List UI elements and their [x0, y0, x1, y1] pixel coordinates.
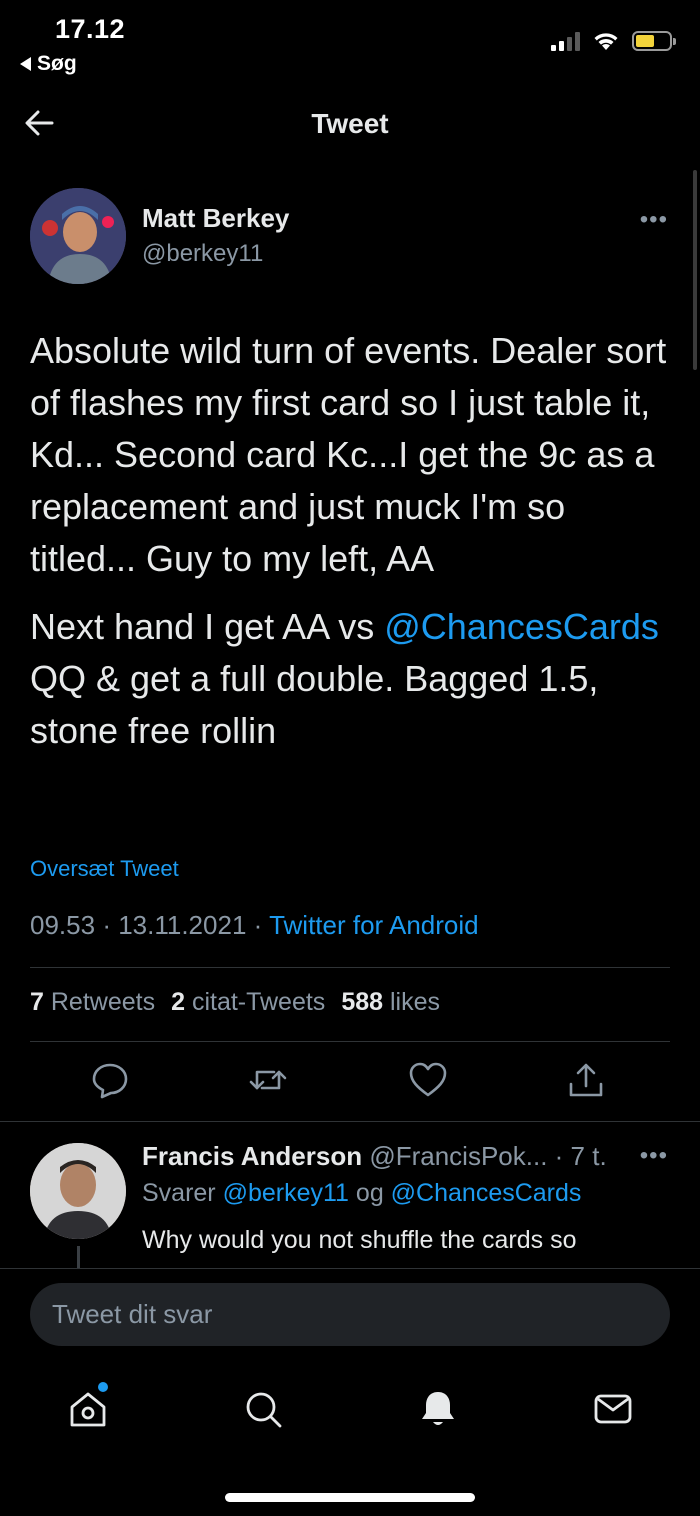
- replying-and: og: [348, 1179, 391, 1207]
- back-triangle-icon: [20, 57, 31, 71]
- divider: [30, 967, 670, 968]
- mention-link[interactable]: @ChancesCards: [384, 606, 659, 647]
- more-options-icon[interactable]: •••: [640, 206, 668, 234]
- author-avatar[interactable]: [30, 188, 126, 284]
- home-icon[interactable]: [66, 1387, 110, 1431]
- mention-link[interactable]: @ChancesCards: [391, 1179, 582, 1207]
- replying-to: Svarer @berkey11 og @ChancesCards: [142, 1179, 581, 1208]
- avatar-person-icon: [30, 188, 126, 284]
- notifications-icon[interactable]: [416, 1387, 460, 1431]
- tweet-actions: [0, 1060, 700, 1106]
- status-time: 17.12: [55, 14, 126, 44]
- tweet-text-segment: QQ & get a full double. Bagged 1.5, ston…: [30, 658, 599, 751]
- back-to-app-link[interactable]: Søg: [20, 52, 77, 76]
- tweet-text: Absolute wild turn of events. Dealer sor…: [30, 325, 675, 757]
- share-icon[interactable]: [566, 1060, 606, 1100]
- new-content-dot: [98, 1382, 108, 1392]
- cellular-signal-icon: [551, 31, 580, 51]
- reply-time: · 7 t.: [554, 1141, 607, 1171]
- divider: [30, 1041, 670, 1042]
- tweet-meta: 09.53 · 13.11.2021 · Twitter for Android: [30, 910, 479, 940]
- likes-stat[interactable]: 588 likes: [341, 988, 440, 1017]
- status-icons: [551, 30, 676, 52]
- tweet-paragraph-1: Absolute wild turn of events. Dealer sor…: [30, 330, 667, 579]
- tweet-source-link[interactable]: Twitter for Android: [269, 910, 479, 940]
- tweet-stats: 7 Retweets 2 citat-Tweets 588 likes: [30, 988, 440, 1017]
- tweet-time: 09.53: [30, 910, 96, 940]
- battery-icon: [632, 31, 676, 51]
- likes-label: likes: [389, 988, 440, 1016]
- tweet-paragraph-2: Next hand I get AA vs @ChancesCards QQ &…: [30, 601, 675, 757]
- reply-more-options-icon[interactable]: •••: [640, 1142, 668, 1170]
- search-icon[interactable]: [241, 1387, 285, 1431]
- author-handle[interactable]: @berkey11: [142, 240, 263, 268]
- divider: [0, 1121, 700, 1122]
- avatar-person-icon: [30, 1143, 126, 1239]
- retweets-stat[interactable]: 7 Retweets: [30, 988, 155, 1017]
- reply-composer-input[interactable]: Tweet dit svar: [30, 1283, 670, 1346]
- status-bar: 17.12 Søg: [0, 0, 700, 90]
- messages-icon[interactable]: [591, 1387, 635, 1431]
- tweet-text-segment: Next hand I get AA vs: [30, 606, 385, 647]
- author-name[interactable]: Matt Berkey: [142, 203, 289, 234]
- retweets-label: Retweets: [50, 988, 156, 1016]
- top-header: Tweet: [0, 90, 700, 158]
- reply-author-name[interactable]: Francis Anderson: [142, 1141, 362, 1171]
- retweet-icon[interactable]: [248, 1060, 288, 1100]
- quotes-stat[interactable]: 2 citat-Tweets: [171, 988, 325, 1017]
- likes-count: 588: [341, 988, 384, 1016]
- mention-link[interactable]: @berkey11: [223, 1179, 349, 1207]
- tweet-date: 13.11.2021: [118, 910, 247, 940]
- wifi-icon: [594, 33, 618, 50]
- quotes-count: 2: [171, 988, 185, 1016]
- page-title: Tweet: [311, 108, 389, 139]
- home-indicator[interactable]: [225, 1493, 475, 1502]
- scrollbar[interactable]: [693, 170, 697, 370]
- bottom-area: Tweet dit svar: [0, 1268, 700, 1516]
- replying-prefix: Svarer: [142, 1179, 223, 1207]
- back-app-label: Søg: [37, 52, 77, 75]
- reply-header: Francis Anderson @FrancisPok... · 7 t.: [142, 1141, 607, 1172]
- like-icon[interactable]: [408, 1060, 448, 1100]
- reply-author-avatar[interactable]: [30, 1143, 126, 1239]
- quotes-label: citat-Tweets: [191, 988, 326, 1016]
- reply-author-handle[interactable]: @FrancisPok...: [369, 1141, 547, 1171]
- reply-icon[interactable]: [90, 1060, 130, 1100]
- retweets-count: 7: [30, 988, 44, 1016]
- translate-tweet-link[interactable]: Oversæt Tweet: [30, 856, 179, 882]
- reply-text[interactable]: Why would you not shuffle the cards so: [142, 1226, 662, 1266]
- tab-bar: [0, 1387, 700, 1447]
